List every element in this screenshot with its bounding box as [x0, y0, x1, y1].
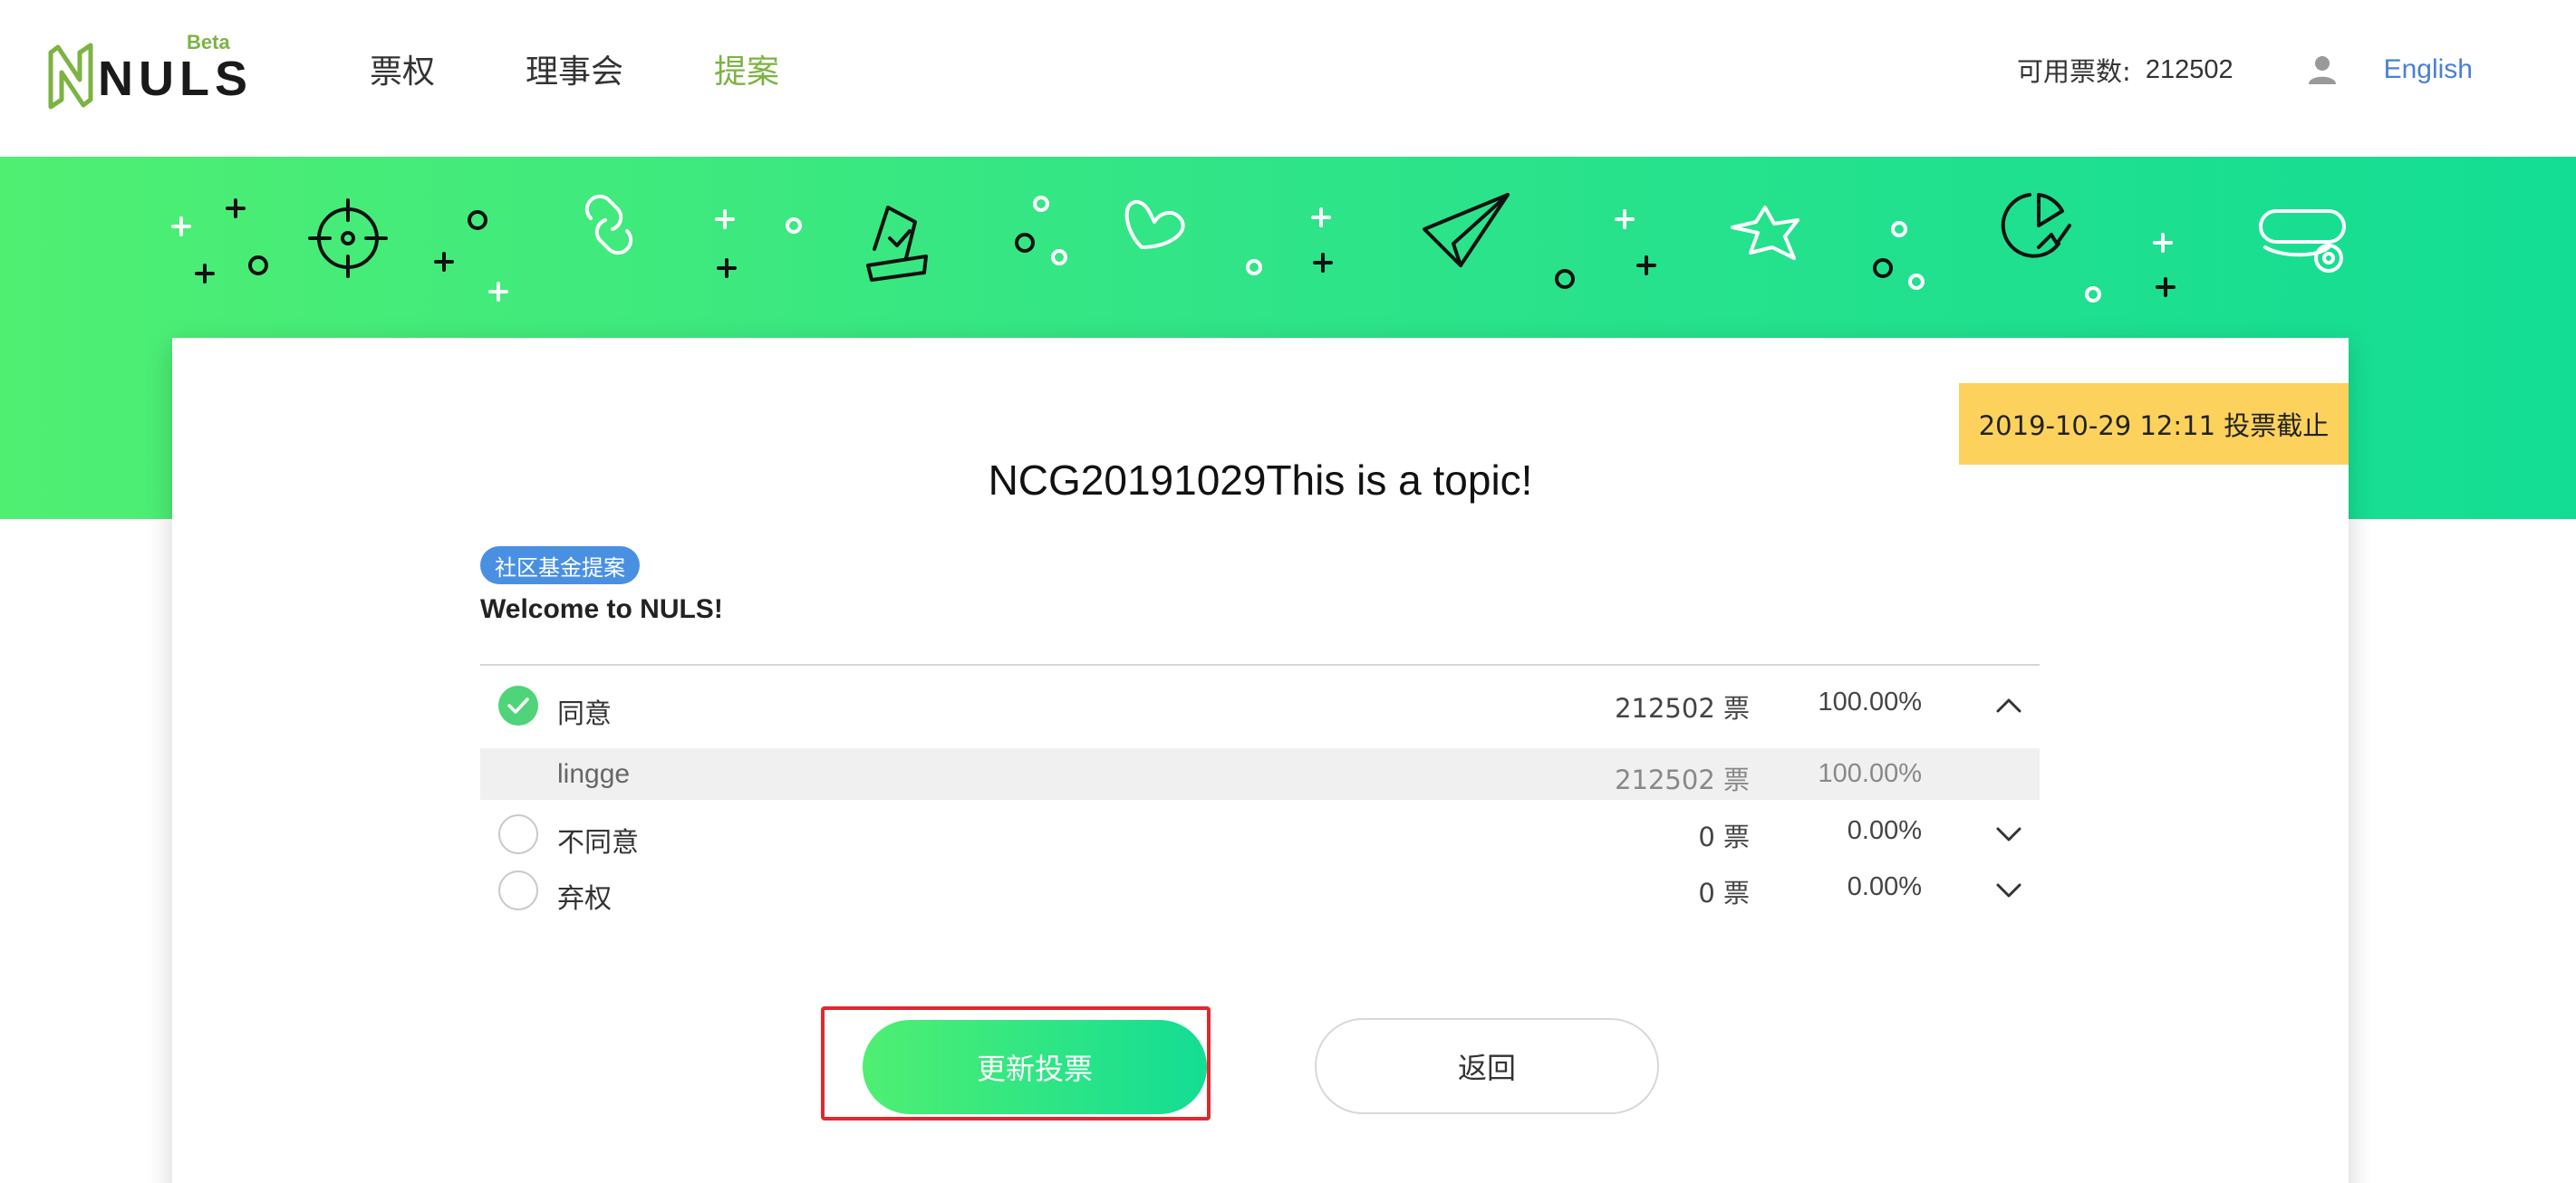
update-vote-button[interactable]: 更新投票 — [863, 1020, 1207, 1114]
coins-icon — [2259, 209, 2346, 273]
deadline-badge: 2019-10-29 12:11 投票截止 — [1959, 383, 2349, 465]
proposal-type-tag: 社区基金提案 — [480, 546, 640, 584]
option-radio-agree[interactable] — [498, 686, 538, 726]
option-votes: 0 票 — [1698, 822, 1750, 852]
logo-text: NULS — [98, 52, 253, 106]
vote-option-abstain[interactable]: 弃权 0 票 0.00% — [480, 865, 2040, 916]
option-votes: 212502 票 — [1615, 693, 1750, 724]
option-percent: 100.00% — [1818, 688, 1923, 717]
nav-item-proposals[interactable]: 提案 — [714, 45, 779, 92]
check-icon — [507, 697, 529, 714]
proposal-description: Welcome to NULS! — [480, 594, 723, 624]
option-percent: 0.00% — [1847, 872, 1922, 901]
beta-badge: Beta — [187, 31, 230, 53]
option-label: 同意 — [557, 698, 612, 730]
vote-option-disagree[interactable]: 不同意 0 票 0.00% — [480, 809, 2040, 860]
option-radio-disagree[interactable] — [498, 814, 538, 854]
voter-name: lingge — [557, 759, 631, 789]
crosshair-icon — [308, 198, 388, 278]
available-votes-value: 212502 — [2145, 54, 2233, 84]
chevron-down-icon[interactable] — [1992, 818, 2025, 851]
language-switch[interactable]: English — [2384, 54, 2473, 85]
main-nav: 票权 理事会 提案 — [370, 45, 870, 92]
nuls-logo[interactable]: NULS Beta — [43, 27, 247, 118]
heart-icon — [1124, 200, 1185, 249]
option-votes: 0 票 — [1698, 878, 1750, 909]
voter-percent: 100.00% — [1818, 759, 1923, 788]
user-icon[interactable] — [2306, 53, 2339, 86]
vote-option-agree[interactable]: 同意 212502 票 100.00% — [480, 680, 2040, 731]
nav-item-council[interactable]: 理事会 — [526, 45, 623, 92]
option-radio-abstain[interactable] — [498, 870, 538, 910]
voter-row: lingge 212502 票 100.00% — [480, 748, 2040, 800]
star-icon — [1731, 206, 1799, 260]
voter-votes: 212502 票 — [1615, 765, 1750, 795]
ballot-box-icon — [866, 206, 928, 282]
nuls-logo-mark-icon — [48, 43, 93, 110]
option-label: 不同意 — [557, 827, 639, 859]
available-votes-label: 可用票数: — [2017, 56, 2131, 87]
header-right: 可用票数: 212502 English — [2017, 47, 2576, 92]
top-header: NULS Beta 票权 理事会 提案 可用票数: 212502 English — [0, 0, 2576, 157]
chevron-down-icon[interactable] — [1992, 874, 2025, 907]
nav-item-votes[interactable]: 票权 — [370, 45, 435, 92]
link-icon — [584, 194, 633, 255]
option-label: 弃权 — [557, 883, 612, 915]
option-percent: 0.00% — [1847, 816, 1922, 845]
divider — [480, 664, 2040, 666]
proposal-title: NCG20191029This is a topic! — [988, 457, 1533, 504]
chevron-up-icon[interactable] — [1992, 689, 2025, 722]
paper-plane-icon — [1423, 193, 1510, 267]
back-button[interactable]: 返回 — [1315, 1018, 1659, 1114]
pie-chart-icon — [2001, 193, 2071, 258]
proposal-card: 2019-10-29 12:11 投票截止 NCG20191029This is… — [172, 338, 2349, 1183]
